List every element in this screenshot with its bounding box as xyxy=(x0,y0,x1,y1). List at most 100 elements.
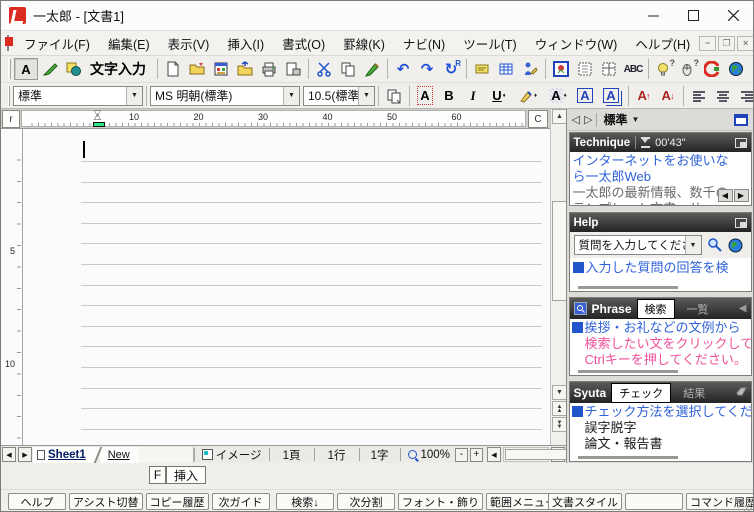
toolbar-grip[interactable] xyxy=(8,59,11,79)
shape-mode-button[interactable] xyxy=(62,58,86,80)
tab-phrase-list[interactable]: 一覧 xyxy=(680,300,716,318)
panel-set-selector[interactable]: 標準 xyxy=(603,111,627,128)
ruler-unit-button[interactable]: C xyxy=(528,110,548,128)
table-frame-button[interactable] xyxy=(597,58,621,80)
paste-button[interactable] xyxy=(360,58,384,80)
technique-prev-button[interactable]: ◀ xyxy=(717,189,733,202)
undo-button[interactable]: ↶ xyxy=(391,58,415,80)
font-shrink-button[interactable]: A ↓ xyxy=(656,85,680,107)
char-frame-button[interactable]: A xyxy=(573,85,597,107)
align-center-button[interactable] xyxy=(711,85,735,107)
syuta-check-item[interactable]: 誤字脱字 xyxy=(585,420,749,436)
chevron-down-icon[interactable]: ▼ xyxy=(283,86,299,105)
menu-item[interactable]: 編集(E) xyxy=(99,31,159,56)
memo-button[interactable] xyxy=(470,58,494,80)
menu-item[interactable]: 表示(V) xyxy=(159,31,219,56)
font-color-button[interactable]: A xyxy=(413,85,437,107)
syuta-content[interactable]: チェック方法を選択してくだ 誤字脱字 論文・報告書 xyxy=(570,403,751,461)
style-combobox[interactable]: 標準 ▼ xyxy=(13,85,143,106)
draw-mode-button[interactable] xyxy=(38,58,62,80)
sheet-prev-button[interactable]: ◀ xyxy=(2,447,16,462)
panel-maximize-icon[interactable] xyxy=(734,113,748,126)
copy-button[interactable] xyxy=(336,58,360,80)
fn-button[interactable]: コピー履歴 xyxy=(145,493,209,510)
technique-header[interactable]: Technique 00'43" xyxy=(569,133,751,152)
help-question-combobox[interactable]: 質問を入力してください ▼ xyxy=(573,235,702,255)
dropdown-diamond-icon[interactable]: ♦ xyxy=(503,93,506,99)
help-content[interactable]: 入力した質問の回答を検 xyxy=(570,258,751,291)
child-close-button[interactable]: × xyxy=(737,35,753,51)
ruler-mode-button[interactable]: r xyxy=(2,110,20,128)
zoom-in-button[interactable]: + xyxy=(469,447,483,462)
print-preview-button[interactable] xyxy=(281,58,305,80)
panel-restore-icon[interactable] xyxy=(734,217,747,228)
italic-button[interactable]: I xyxy=(461,85,485,107)
search-icon[interactable] xyxy=(707,237,723,253)
zoom-out-button[interactable]: - xyxy=(454,447,468,462)
align-left-button[interactable] xyxy=(687,85,711,107)
indent-marker-box[interactable] xyxy=(93,122,105,127)
maximize-button[interactable] xyxy=(673,1,713,30)
hscroll-left-button[interactable]: ◀ xyxy=(486,447,501,462)
cut-button[interactable] xyxy=(312,58,336,80)
dropdown-diamond-icon[interactable]: ♦ xyxy=(564,93,567,99)
fn-button[interactable]: 検索↓ xyxy=(276,493,334,510)
copy-format-button[interactable] xyxy=(382,85,406,107)
fn-button[interactable]: コマンド履歴 xyxy=(686,493,753,510)
repeat-button[interactable]: ↻ R xyxy=(439,58,463,80)
phrase-header[interactable]: Phrase 検索 一覧 ◀ xyxy=(569,298,751,319)
align-right-button[interactable] xyxy=(735,85,753,107)
justsystem-button[interactable] xyxy=(700,58,724,80)
web-button[interactable] xyxy=(724,58,748,80)
bold-button[interactable]: B xyxy=(437,85,461,107)
phrase-hint[interactable]: 検索したい文をクリックして xyxy=(572,336,751,352)
help-topic-link[interactable]: 入力した質問の回答を検 xyxy=(586,260,729,275)
font-enlarge-button[interactable]: A ↑ xyxy=(632,85,656,107)
panel-back-button[interactable]: ◁ xyxy=(572,113,580,126)
size-combobox[interactable]: 10.5(標準) ▼ xyxy=(303,85,375,106)
template-button[interactable] xyxy=(209,58,233,80)
vertical-scrollbar[interactable]: ▲ ▼ ▲ ▲ ▼ ▼ xyxy=(550,109,567,445)
eraser-icon[interactable] xyxy=(735,387,747,399)
fn-button[interactable]: アシスト切替 xyxy=(69,493,143,510)
technique-next-button[interactable]: ▶ xyxy=(733,189,749,202)
spellcheck-button[interactable]: ABC xyxy=(621,58,645,80)
dropdown-diamond-icon[interactable]: ♦ xyxy=(534,93,537,99)
tab-phrase-search[interactable]: 検索 xyxy=(636,298,675,319)
menu-item[interactable]: ナビ(N) xyxy=(394,31,454,56)
text-mode-button[interactable]: A xyxy=(14,58,38,80)
image-view-button[interactable]: イメージ xyxy=(195,447,269,463)
technique-content[interactable]: インターネットをお使いな ら一太郎Web 一太郎の最新情報、数千の テンプレート… xyxy=(570,152,751,205)
fn-button[interactable]: 次分割 xyxy=(337,493,395,510)
indent-marker-bottom[interactable]: △ xyxy=(94,111,101,122)
horizontal-scrollbar[interactable] xyxy=(502,447,613,462)
font-combobox[interactable]: MS 明朝(標準) ▼ xyxy=(150,85,300,106)
save-button[interactable] xyxy=(233,58,257,80)
phrase-back-icon[interactable]: ◀ xyxy=(739,303,747,314)
menu-item[interactable]: ツール(T) xyxy=(454,31,525,56)
menu-item[interactable]: 罫線(K) xyxy=(334,31,394,56)
char-frame2-button[interactable]: A xyxy=(597,85,625,107)
tab-new-sheet[interactable]: New xyxy=(99,446,138,463)
chevron-down-icon[interactable]: ▼ xyxy=(631,115,639,124)
hint-button[interactable]: ? xyxy=(652,58,676,80)
redo-button[interactable]: ↷ xyxy=(415,58,439,80)
help-header[interactable]: Help xyxy=(569,213,751,232)
minimize-button[interactable] xyxy=(633,1,673,30)
menu-item[interactable]: 挿入(I) xyxy=(218,31,273,56)
technique-link[interactable]: インターネットをお使いな xyxy=(573,153,748,169)
chevron-down-icon[interactable]: ▼ xyxy=(126,86,142,105)
layout-frame-button[interactable] xyxy=(573,58,597,80)
phrase-content[interactable]: 挨拶・お礼などの文例から 検索したい文をクリックして Ctrlキーを押してくださ… xyxy=(570,319,751,375)
table-button[interactable] xyxy=(494,58,518,80)
fn-button[interactable] xyxy=(625,493,683,510)
jump-button[interactable] xyxy=(518,58,542,80)
syuta-header[interactable]: Syuta チェック 結果 xyxy=(569,382,751,403)
new-document-button[interactable] xyxy=(161,58,185,80)
close-button[interactable] xyxy=(713,1,753,30)
panel-forward-button[interactable]: ▷ xyxy=(584,113,592,126)
menu-item[interactable]: 書式(O) xyxy=(273,31,334,56)
technique-link[interactable]: ら一太郎Web xyxy=(573,169,748,185)
panel-restore-icon[interactable] xyxy=(734,137,747,148)
menu-item[interactable]: ウィンドウ(W) xyxy=(526,31,627,56)
